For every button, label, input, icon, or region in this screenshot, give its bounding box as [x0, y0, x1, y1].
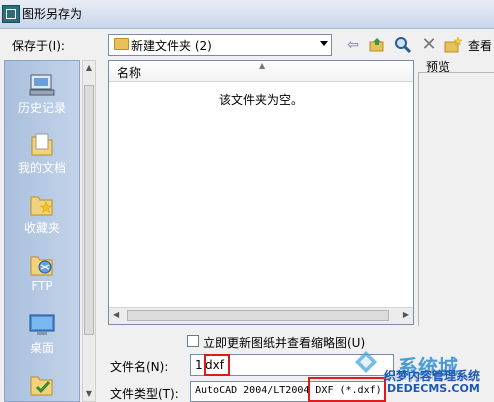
filename-label: 文件名(N):: [110, 360, 169, 374]
sort-up-icon: ▲: [259, 61, 266, 70]
file-list-hscrollbar[interactable]: ◀ ▶: [109, 307, 413, 324]
filename-prefix: 1: [195, 358, 203, 372]
scroll-thumb[interactable]: [84, 85, 94, 335]
save-in-dropdown[interactable]: 新建文件夹 (2): [108, 34, 332, 56]
file-list[interactable]: 名称 ▲ 该文件夹为空。 ◀ ▶: [108, 60, 414, 325]
favorites-icon: [30, 196, 53, 216]
hscroll-thumb[interactable]: [127, 310, 389, 321]
highlight-box-filename: [204, 354, 230, 376]
place-favorites[interactable]: 收藏夹: [5, 191, 79, 236]
save-in-label: 保存于(I):: [12, 39, 65, 53]
ftp-icon: [30, 256, 53, 276]
place-history[interactable]: 历史记录: [5, 71, 79, 116]
place-ftp[interactable]: FTP: [5, 251, 79, 293]
app-icon: [2, 5, 20, 23]
filetype-label: 文件类型(T):: [110, 387, 179, 401]
place-desktop-label: 桌面: [29, 341, 54, 355]
chevron-down-icon[interactable]: [320, 41, 328, 46]
place-history-label: 历史记录: [17, 101, 66, 115]
current-folder-text: 新建文件夹 (2): [131, 39, 212, 53]
back-arrow-icon[interactable]: ⇦: [344, 36, 362, 54]
place-desktop[interactable]: 桌面: [5, 311, 79, 356]
scroll-left-icon[interactable]: ◀: [113, 310, 119, 319]
watermark-logo: [355, 351, 377, 373]
folder-check-icon: [30, 376, 53, 396]
window-title: 图形另存为: [22, 7, 83, 21]
place-ftp-label: FTP: [31, 279, 53, 293]
place-documents-label: 我的文档: [17, 161, 66, 175]
update-thumbnail-label[interactable]: 立即更新图纸并查看缩略图(U): [203, 334, 365, 351]
watermark-site-url: DEDECMS.COM: [387, 382, 480, 395]
view-menu[interactable]: 查看: [468, 37, 492, 54]
preview-pane: [418, 72, 494, 326]
documents-icon: [31, 133, 53, 156]
empty-folder-message: 该文件夹为空。: [218, 93, 303, 107]
update-thumbnail-checkbox[interactable]: [187, 335, 199, 347]
folder-icon: [114, 38, 129, 50]
search-icon[interactable]: [394, 36, 412, 54]
scroll-right-icon[interactable]: ▶: [403, 310, 409, 319]
place-documents[interactable]: 我的文档: [5, 131, 79, 176]
highlight-box-filetype: [308, 377, 386, 402]
place-more[interactable]: [5, 371, 79, 399]
history-icon: [29, 74, 55, 96]
scroll-down-icon[interactable]: ▼: [83, 387, 95, 401]
title-bar: 图形另存为: [0, 0, 494, 29]
places-scrollbar[interactable]: ▲ ▼: [82, 60, 96, 402]
new-folder-icon[interactable]: [444, 36, 463, 54]
up-folder-icon[interactable]: [368, 36, 386, 54]
places-bar: 历史记录 我的文档 收藏夹 FTP 桌面: [4, 60, 80, 402]
column-header-name[interactable]: 名称 ▲: [109, 61, 413, 82]
place-favorites-label: 收藏夹: [23, 221, 60, 235]
column-name-label: 名称: [117, 66, 142, 80]
desktop-icon: [29, 314, 55, 335]
scroll-up-icon[interactable]: ▲: [83, 61, 95, 75]
delete-icon[interactable]: ✕: [420, 36, 438, 54]
